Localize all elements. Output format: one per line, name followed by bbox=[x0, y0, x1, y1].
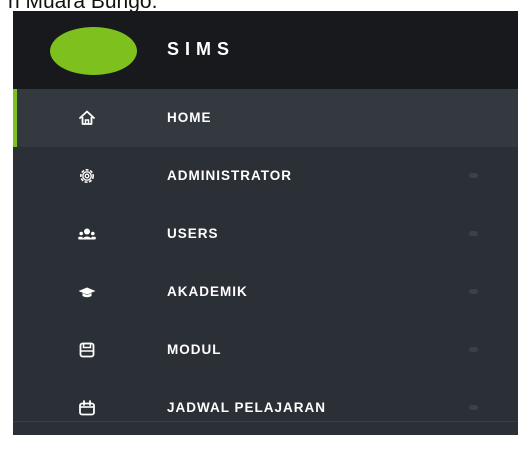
home-icon bbox=[77, 108, 97, 128]
sidebar-item-home[interactable]: HOME bbox=[13, 89, 518, 147]
submenu-indicator-icon bbox=[469, 405, 478, 410]
submenu-indicator-icon bbox=[469, 289, 478, 294]
sidebar-item-users[interactable]: USERS bbox=[13, 205, 518, 263]
sidebar-item-administrator[interactable]: ADMINISTRATOR bbox=[13, 147, 518, 205]
users-icon bbox=[77, 224, 97, 244]
brand-logo bbox=[50, 27, 137, 75]
sidebar-menu: HOME ADMINISTRATOR USERS AKADEMIK MODUL … bbox=[13, 89, 518, 437]
submenu-indicator-icon bbox=[469, 173, 478, 178]
submenu-indicator-icon bbox=[469, 231, 478, 236]
sidebar-item-label: HOME bbox=[167, 110, 212, 125]
sidebar-item-label: ADMINISTRATOR bbox=[167, 168, 292, 183]
graduation-cap-icon bbox=[77, 282, 97, 302]
sidebar: SIMS HOME ADMINISTRATOR USERS AKADEMIK M… bbox=[13, 11, 518, 435]
brand-title: SIMS bbox=[167, 39, 236, 59]
gear-icon bbox=[77, 166, 97, 186]
sidebar-item-label: MODUL bbox=[167, 342, 222, 357]
sidebar-brand: SIMS bbox=[13, 11, 518, 89]
sidebar-item-label: JADWAL PELAJARAN bbox=[167, 400, 327, 415]
submenu-indicator-icon bbox=[469, 347, 478, 352]
sidebar-item-akademik[interactable]: AKADEMIK bbox=[13, 263, 518, 321]
calendar-icon bbox=[77, 398, 97, 418]
sidebar-item-modul[interactable]: MODUL bbox=[13, 321, 518, 379]
caption-text: n Muara Bungo. bbox=[0, 0, 157, 11]
sidebar-item-label: USERS bbox=[167, 226, 219, 241]
sidebar-footer-space bbox=[13, 422, 518, 435]
sidebar-item-label: AKADEMIK bbox=[167, 284, 248, 299]
save-icon bbox=[77, 340, 97, 360]
page-caption-fragment: n Muara Bungo. bbox=[0, 0, 518, 11]
